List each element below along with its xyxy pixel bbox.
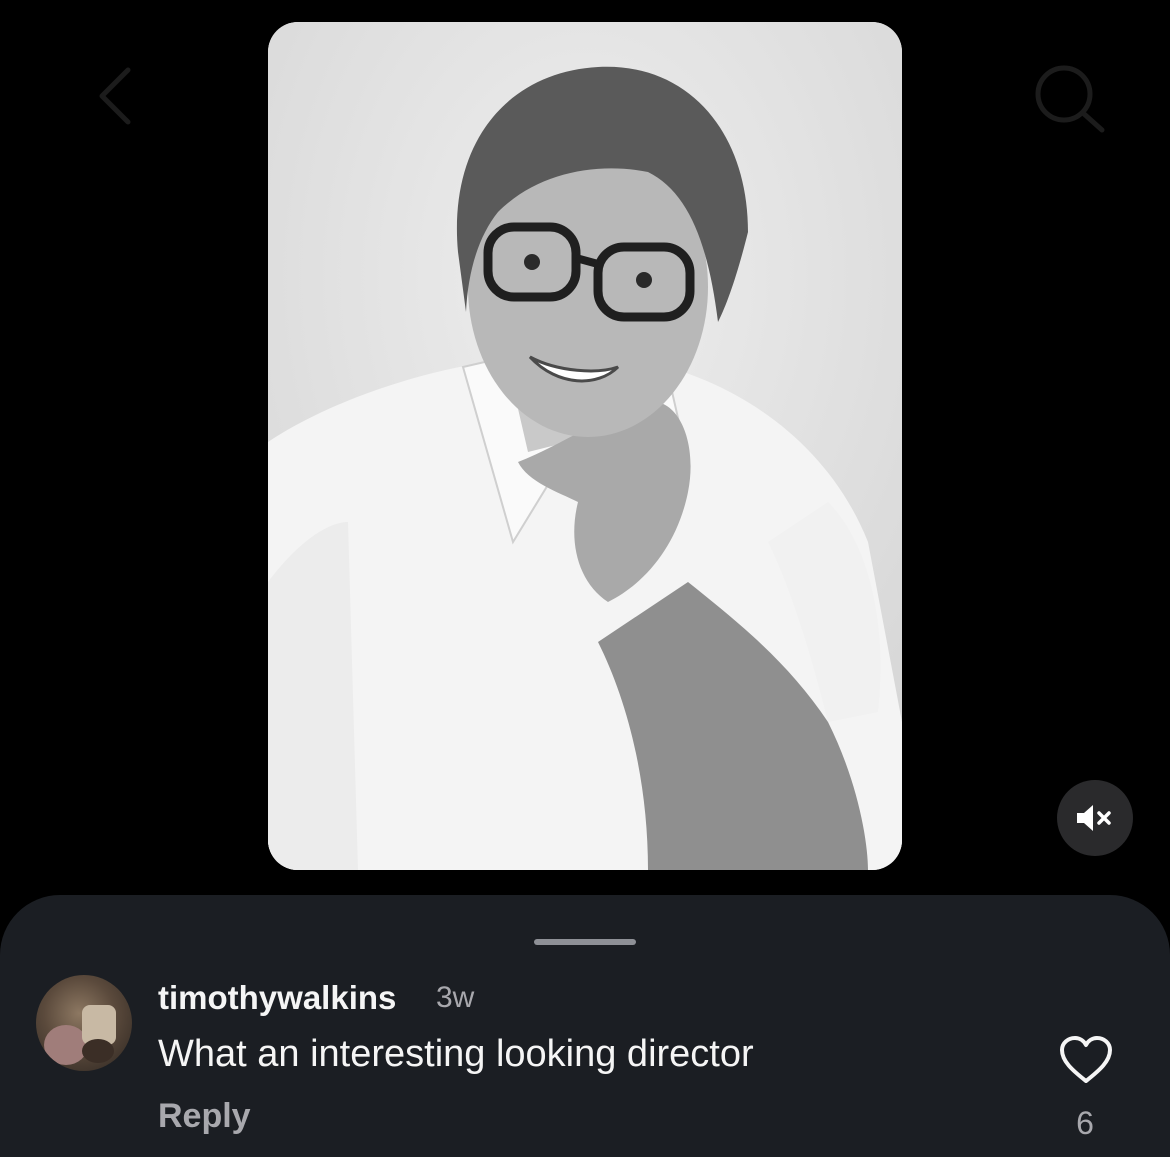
comment-username[interactable]: timothywalkins (158, 979, 396, 1017)
speaker-muted-icon (1077, 805, 1111, 831)
comment-timestamp: 3w (436, 981, 475, 1014)
sheet-grabber[interactable] (534, 939, 636, 945)
avatar[interactable] (36, 975, 132, 1071)
mute-button[interactable] (1057, 780, 1133, 856)
comments-sheet: timothywalkins 3w What an interesting lo… (0, 895, 1170, 1157)
search-icon[interactable] (1030, 62, 1110, 134)
heart-icon[interactable] (1058, 1035, 1114, 1085)
post-photo[interactable] (268, 22, 902, 870)
portrait-image (268, 22, 902, 870)
comment-text: What an interesting looking director (158, 1033, 754, 1075)
like-count: 6 (1076, 1105, 1094, 1141)
back-icon[interactable] (92, 66, 142, 126)
reply-button[interactable]: Reply (158, 1097, 251, 1136)
